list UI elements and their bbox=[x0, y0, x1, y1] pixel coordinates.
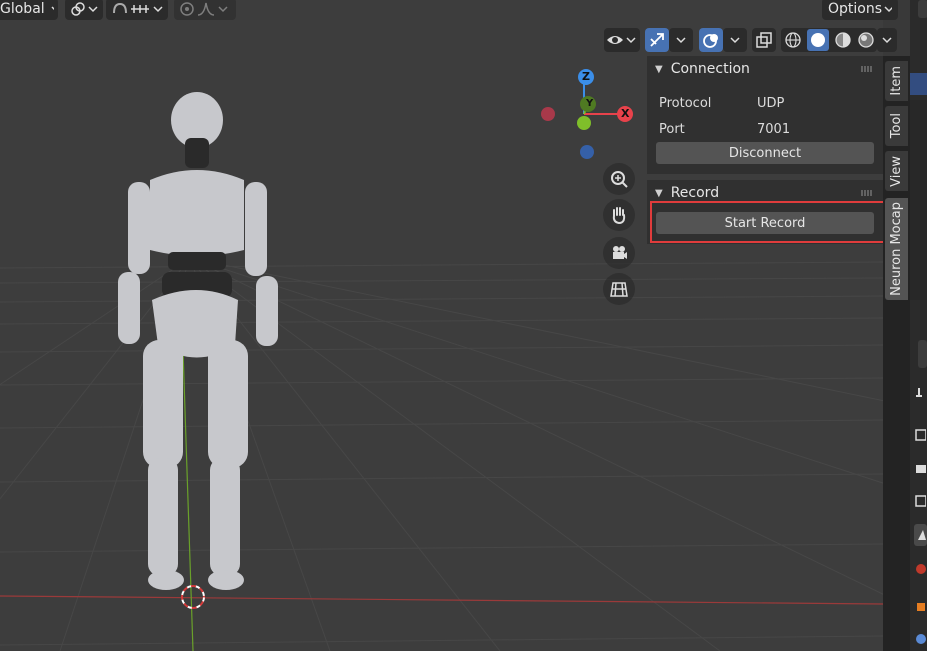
3d-cursor bbox=[181, 585, 205, 609]
pivot-point-dropdown[interactable] bbox=[65, 0, 103, 20]
gizmo-z-label: Z bbox=[582, 70, 590, 83]
chevron-down-icon bbox=[882, 37, 892, 44]
active-outliner-row[interactable] bbox=[910, 73, 927, 95]
protocol-value: UDP bbox=[757, 95, 785, 111]
port-label: Port bbox=[659, 121, 685, 137]
overlay-icon bbox=[703, 34, 718, 48]
grid-icon bbox=[610, 282, 628, 297]
camera-view-button[interactable] bbox=[603, 237, 635, 269]
material-shading-icon[interactable] bbox=[834, 31, 852, 49]
disconnect-button[interactable]: Disconnect bbox=[656, 142, 874, 164]
tab-item[interactable]: Item bbox=[885, 61, 908, 101]
connection-panel: ▼ Connection Protocol UDP Port 7001 Disc… bbox=[647, 56, 883, 174]
chevron-down-icon bbox=[730, 37, 740, 44]
ortho-toggle-button[interactable] bbox=[603, 273, 635, 305]
chevron-down-icon bbox=[626, 37, 636, 44]
options-dropdown[interactable]: Options bbox=[822, 0, 898, 20]
zoom-icon bbox=[611, 171, 628, 188]
sidebar-panel: ▼ Connection Protocol UDP Port 7001 Disc… bbox=[647, 56, 883, 651]
tab-view[interactable]: View bbox=[885, 151, 908, 191]
gizmo-x-label: X bbox=[621, 107, 630, 120]
proportional-edit-icon bbox=[180, 2, 194, 16]
viewport-header: Global Options bbox=[0, 0, 910, 22]
chevron-down-icon bbox=[88, 6, 98, 13]
mannequin-figure bbox=[118, 92, 278, 590]
overlay-dropdown[interactable] bbox=[723, 28, 747, 52]
highlight-box bbox=[650, 201, 885, 243]
scene-icon bbox=[918, 530, 926, 540]
tab-neuron-mocap[interactable]: Neuron Mocap bbox=[885, 198, 908, 300]
port-value: 7001 bbox=[757, 121, 791, 137]
neg-x-handle bbox=[541, 107, 555, 121]
scene-tab[interactable] bbox=[914, 524, 927, 546]
pivot-icon bbox=[71, 2, 85, 16]
snap-controls[interactable] bbox=[106, 0, 168, 20]
chevron-down-icon bbox=[152, 6, 163, 13]
chevron-down-icon bbox=[676, 37, 686, 44]
properties-tab-header[interactable] bbox=[918, 340, 927, 368]
tool-icon[interactable] bbox=[914, 386, 926, 400]
connection-panel-header[interactable]: ▼ Connection bbox=[647, 56, 883, 82]
wireframe-shading-icon[interactable] bbox=[784, 31, 802, 49]
record-title: Record bbox=[670, 185, 720, 201]
transform-orientation-dropdown[interactable]: Global bbox=[0, 0, 58, 20]
render-icon[interactable] bbox=[914, 428, 926, 442]
view-layer-icon[interactable] bbox=[914, 494, 926, 508]
zoom-button[interactable] bbox=[603, 163, 635, 195]
pan-button[interactable] bbox=[603, 199, 635, 231]
port-row: Port 7001 bbox=[647, 116, 883, 142]
output-icon[interactable] bbox=[914, 462, 926, 476]
protocol-row: Protocol UDP bbox=[647, 90, 883, 116]
protocol-label: Protocol bbox=[659, 95, 712, 111]
options-label: Options bbox=[828, 1, 883, 17]
gizmo-icon bbox=[650, 33, 664, 47]
neg-y-handle bbox=[577, 116, 591, 130]
camera-icon bbox=[613, 246, 627, 259]
gizmo-dropdown[interactable] bbox=[669, 28, 693, 52]
falloff-curve-icon bbox=[197, 2, 215, 16]
shading-mode-group[interactable] bbox=[781, 28, 877, 52]
snap-target-icon bbox=[131, 5, 150, 13]
hand-icon bbox=[612, 207, 626, 225]
xray-icon bbox=[756, 32, 772, 48]
chevron-down-icon bbox=[218, 6, 228, 13]
neg-z-handle bbox=[580, 145, 594, 159]
scroll-handle[interactable] bbox=[918, 0, 927, 18]
collapse-triangle-icon: ▼ bbox=[655, 63, 663, 75]
modifier-icon[interactable] bbox=[914, 632, 926, 646]
rendered-shading-icon[interactable] bbox=[857, 31, 875, 49]
properties-editor-strip bbox=[910, 0, 927, 651]
snap-icon bbox=[113, 2, 127, 14]
chevron-down-icon bbox=[884, 6, 892, 13]
drag-grip-icon[interactable] bbox=[861, 190, 873, 196]
overlay-toggle-button[interactable] bbox=[699, 28, 723, 52]
connection-title: Connection bbox=[670, 61, 750, 77]
solid-shading-icon bbox=[810, 33, 825, 47]
drag-grip-icon[interactable] bbox=[861, 66, 873, 72]
solid-shading-button[interactable] bbox=[806, 29, 829, 51]
transform-orientation-label: Global bbox=[0, 1, 45, 17]
collapse-triangle-icon: ▼ bbox=[655, 187, 663, 199]
world-icon[interactable] bbox=[914, 562, 926, 576]
gizmo-y-label: Y bbox=[586, 98, 594, 109]
object-icon[interactable] bbox=[914, 600, 926, 614]
sidebar-tabs: Item Tool View Neuron Mocap bbox=[883, 56, 910, 651]
xray-toggle-button[interactable] bbox=[752, 28, 776, 52]
tab-tool[interactable]: Tool bbox=[885, 106, 908, 146]
proportional-editing-controls[interactable] bbox=[174, 0, 236, 20]
visibility-dropdown[interactable] bbox=[604, 28, 640, 52]
outliner-rows bbox=[910, 100, 927, 300]
shading-dropdown[interactable] bbox=[877, 28, 897, 52]
chevron-down-icon bbox=[51, 6, 54, 11]
gizmo-toggle-button[interactable] bbox=[645, 28, 669, 52]
eye-icon bbox=[607, 36, 623, 44]
